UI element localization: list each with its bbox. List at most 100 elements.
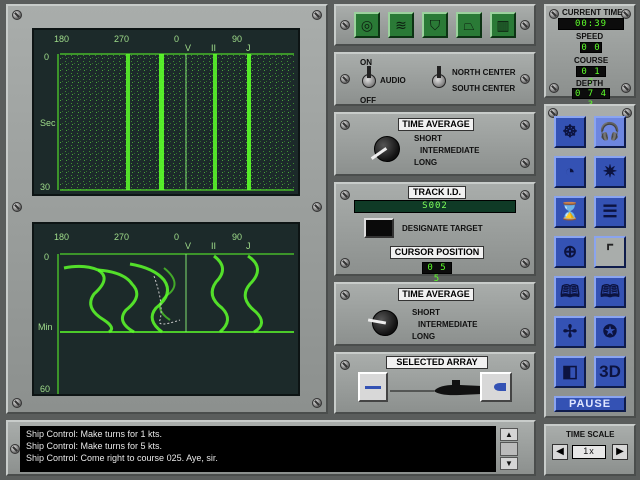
bearing-tick: 270	[114, 232, 130, 242]
trace-line	[213, 54, 217, 190]
ship-control-wheel-icon[interactable]: ☸	[554, 116, 586, 148]
menu-list-icon[interactable]: ☰	[594, 196, 626, 228]
track-panel: TRACK I.D. S002 DESIGNATE TARGET CURSOR …	[334, 182, 536, 284]
depth-display: 0 7 4 3	[572, 88, 610, 110]
broadband-display[interactable]: 180 270 0 V II 90 J 0 Sec 30	[32, 28, 300, 196]
towed-array-button[interactable]	[358, 372, 388, 402]
north-center-label: NORTH CENTER	[452, 68, 516, 77]
time-scale-increase-button[interactable]: ▶	[612, 444, 628, 460]
short-option[interactable]: SHORT	[412, 308, 440, 317]
sonar-rings-icon[interactable]: ◎	[354, 12, 380, 38]
bearing-tick: II	[211, 241, 217, 251]
manual-icon[interactable]: 🕮	[594, 276, 626, 308]
bearing-tick: J	[246, 241, 251, 251]
speed-label: SPEED	[576, 32, 604, 41]
bearing-tick: 270	[114, 34, 130, 44]
cursor-position-title: CURSOR POSITION	[390, 246, 484, 259]
selected-array-title: SELECTED ARRAY	[386, 356, 488, 369]
bearing-tick: 180	[54, 34, 70, 44]
station-panel: ☸ 🎧 ◔ ✷ ⌛ ☰ ⊕ ⌜ 🕮 🕮 ✢ ✪ ◧ 3D PAUSE	[544, 104, 636, 418]
narrowband-display[interactable]: 180 270 0 V II 90 J 0 Min 60	[32, 222, 300, 396]
bearing-tick: 0	[174, 34, 180, 44]
bearing-tick: J	[246, 43, 251, 53]
course-label: COURSE	[574, 56, 609, 65]
bearing-tick: 0	[174, 232, 180, 242]
trapezoid-icon[interactable]: ⏢	[456, 12, 482, 38]
damage-burst-icon[interactable]: ✷	[594, 156, 626, 188]
compass-rose-icon[interactable]: ✢	[554, 316, 586, 348]
trace-curve	[159, 267, 176, 321]
short-option[interactable]: SHORT	[414, 134, 442, 143]
bars-icon[interactable]: ▥	[490, 12, 516, 38]
corner-bracket-icon[interactable]: ⌜	[594, 236, 626, 268]
speed-display: 0 0	[580, 42, 602, 53]
wave-icon[interactable]: ≋	[388, 12, 414, 38]
time-average-title: TIME AVERAGE	[398, 288, 474, 301]
track-id-title: TRACK I.D.	[408, 186, 466, 199]
cursor-position-display: 0 5 5	[422, 262, 452, 284]
time-scale-decrease-button[interactable]: ◀	[552, 444, 568, 460]
trace-curve	[210, 254, 229, 334]
time-tick: Sec	[40, 118, 56, 128]
time-scale-label: TIME SCALE	[566, 430, 615, 439]
bearing-tick: 90	[232, 232, 243, 242]
audio-panel: ON OFF AUDIO NORTH CENTER SOUTH CENTER	[334, 52, 536, 106]
current-time-label: CURRENT TIME	[562, 8, 623, 17]
time-tick: 0	[44, 52, 50, 62]
long-option[interactable]: LONG	[412, 332, 435, 341]
logbook-icon[interactable]: 🕮	[554, 276, 586, 308]
scrollbar-track[interactable]	[500, 442, 518, 456]
time-tick: 0	[44, 252, 50, 262]
designate-target-button[interactable]	[364, 218, 394, 238]
time-tick: Min	[38, 322, 53, 332]
narrowband-waterfall	[57, 253, 294, 394]
trace-line	[247, 54, 251, 190]
message-log: Ship Control: Make turns for 1 kts. Ship…	[20, 426, 496, 472]
bearing-tick: V	[185, 43, 192, 53]
trace-line	[159, 54, 164, 190]
bearing-tick: 90	[232, 34, 243, 44]
radar-scope-icon[interactable]: ◔	[554, 156, 586, 188]
scroll-up-button[interactable]: ▲	[500, 428, 518, 441]
pause-button[interactable]: PAUSE	[554, 396, 626, 412]
audio-off-label: OFF	[360, 96, 376, 105]
periscope-crosshair-icon[interactable]: ⊕	[554, 236, 586, 268]
bearing-tick: II	[211, 43, 217, 53]
current-time-display: 00:39	[558, 18, 624, 30]
track-id-display: S002	[354, 200, 516, 213]
bearing-tick: V	[185, 241, 192, 251]
long-option[interactable]: LONG	[414, 158, 437, 167]
hull-array-button[interactable]	[480, 372, 512, 402]
sonar-headphones-icon[interactable]: 🎧	[594, 116, 626, 148]
time-scale-panel: TIME SCALE ◀ 1x ▶	[544, 424, 636, 476]
depth-label: DEPTH	[576, 79, 604, 88]
view-3d-button[interactable]: 3D	[594, 356, 626, 388]
south-center-label: SOUTH CENTER	[452, 84, 516, 93]
time-tick: 60	[40, 384, 51, 394]
trace-line	[126, 54, 130, 190]
course-display: 0 1 7	[576, 66, 606, 88]
selected-array-panel: SELECTED ARRAY	[334, 352, 536, 414]
scroll-down-button[interactable]: ▼	[500, 457, 518, 470]
star-icon[interactable]: ✪	[594, 316, 626, 348]
shield-icon[interactable]: ⛉	[422, 12, 448, 38]
time-scale-display: 1x	[572, 445, 606, 459]
mode-toolbar: ◎ ≋ ⛉ ⏢ ▥	[334, 4, 536, 46]
time-tick: 30	[40, 182, 51, 192]
trace-curve	[243, 254, 263, 334]
intermediate-option[interactable]: INTERMEDIATE	[418, 320, 477, 329]
trace-curve	[63, 264, 114, 334]
time-average-title: TIME AVERAGE	[398, 118, 474, 131]
map-icon[interactable]: ◧	[554, 356, 586, 388]
weapons-icon[interactable]: ⌛	[554, 196, 586, 228]
designate-target-label: DESIGNATE TARGET	[402, 224, 483, 233]
audio-label: AUDIO	[380, 76, 406, 85]
intermediate-option[interactable]: INTERMEDIATE	[420, 146, 479, 155]
submarine-icon	[390, 380, 486, 396]
status-panel: CURRENT TIME 00:39 SPEED 0 0 COURSE 0 1 …	[544, 4, 636, 110]
message-line: Ship Control: Make turns for 1 kts.	[26, 429, 163, 439]
message-line: Ship Control: Come right to course 025. …	[26, 453, 218, 463]
bearing-tick: 180	[54, 232, 70, 242]
broadband-waterfall	[57, 53, 294, 191]
time-average-panel-2: TIME AVERAGE SHORT INTERMEDIATE LONG	[334, 282, 536, 346]
